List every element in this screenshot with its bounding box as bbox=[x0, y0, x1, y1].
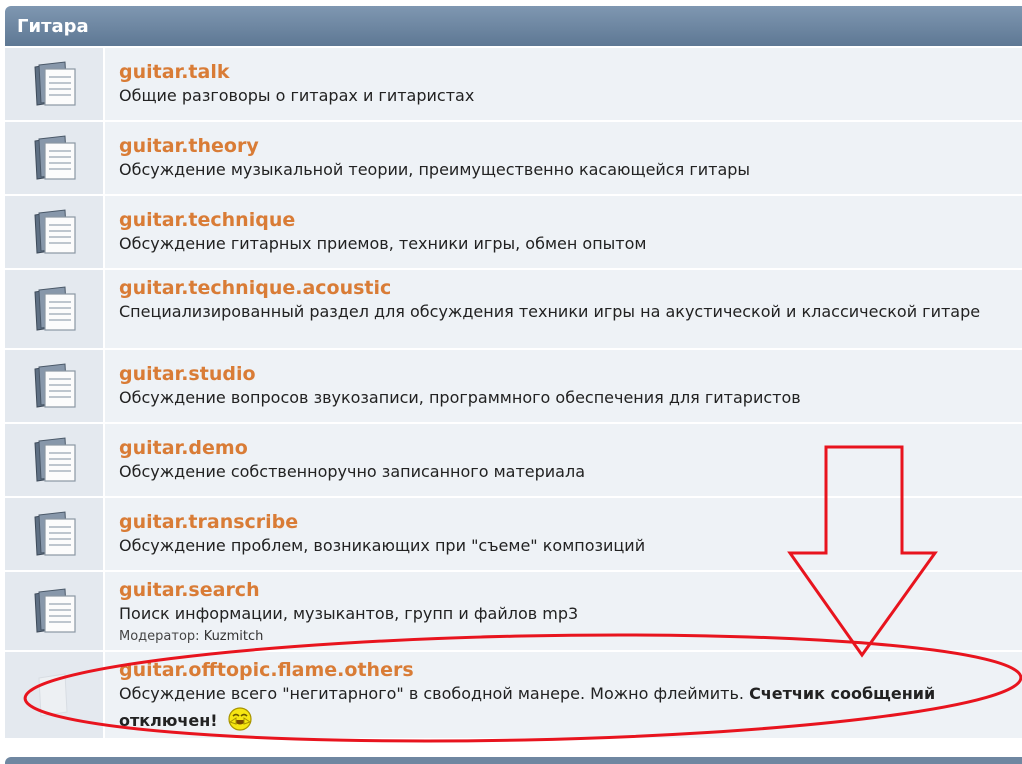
forum-row: guitar.demo Обсуждение собственноручно з… bbox=[5, 424, 1022, 498]
forum-link-guitar-talk[interactable]: guitar.talk bbox=[119, 60, 1012, 84]
forum-description: Обсуждение собственноручно записанного м… bbox=[119, 462, 585, 481]
moderator-line: Модератор: Kuzmitch bbox=[119, 628, 1012, 646]
forum-row: guitar.technique.acoustic Специализирова… bbox=[5, 270, 1022, 350]
forum-link-guitar-theory[interactable]: guitar.theory bbox=[119, 134, 1012, 158]
forum-document-icon bbox=[5, 196, 105, 268]
moderator-link[interactable]: Kuzmitch bbox=[204, 629, 264, 644]
forum-description: Поиск информации, музыкантов, групп и фа… bbox=[119, 604, 579, 623]
forum-link-guitar-studio[interactable]: guitar.studio bbox=[119, 362, 1012, 386]
moderator-label: Модератор: bbox=[119, 629, 200, 644]
forum-document-icon bbox=[5, 424, 105, 496]
forum-description: Общие разговоры о гитарах и гитаристах bbox=[119, 86, 475, 105]
forum-document-icon bbox=[5, 270, 105, 348]
next-category-header bbox=[5, 757, 1022, 764]
forum-row: guitar.technique Обсуждение гитарных при… bbox=[5, 196, 1022, 270]
forum-link-guitar-technique-acoustic[interactable]: guitar.technique.acoustic bbox=[119, 276, 1012, 300]
forum-row: guitar.transcribe Обсуждение проблем, во… bbox=[5, 498, 1022, 572]
forum-list: guitar.talk Общие разговоры о гитарах и … bbox=[5, 48, 1022, 740]
forum-no-icon bbox=[5, 652, 105, 738]
forum-description: Обсуждение вопросов звукозаписи, програм… bbox=[119, 388, 801, 407]
forum-description: Обсуждение проблем, возникающих при "съе… bbox=[119, 536, 646, 555]
category-header: Гитара bbox=[5, 6, 1022, 46]
forum-link-guitar-search[interactable]: guitar.search bbox=[119, 578, 1012, 602]
forum-description: Обсуждение всего "негитарного" в свободн… bbox=[119, 684, 744, 703]
forum-document-icon bbox=[5, 122, 105, 194]
forum-row: guitar.offtopic.flame.others Обсуждение … bbox=[5, 652, 1022, 740]
forum-link-guitar-demo[interactable]: guitar.demo bbox=[119, 436, 1012, 460]
forum-document-icon bbox=[5, 498, 105, 570]
forum-link-guitar-technique[interactable]: guitar.technique bbox=[119, 208, 1012, 232]
forum-row: guitar.talk Общие разговоры о гитарах и … bbox=[5, 48, 1022, 122]
category-title: Гитара bbox=[17, 16, 89, 37]
forum-document-icon bbox=[5, 350, 105, 422]
forum-row: guitar.theory Обсуждение музыкальной тео… bbox=[5, 122, 1022, 196]
forum-description: Обсуждение гитарных приемов, техники игр… bbox=[119, 234, 647, 253]
forum-description: Специализированный раздел для обсуждения… bbox=[119, 302, 981, 321]
forum-link-guitar-offtopic[interactable]: guitar.offtopic.flame.others bbox=[119, 658, 1012, 682]
laughing-smiley-icon bbox=[228, 707, 252, 731]
forum-row: guitar.search Поиск информации, музыкант… bbox=[5, 572, 1022, 652]
forum-row: guitar.studio Обсуждение вопросов звукоз… bbox=[5, 350, 1022, 424]
forum-description: Обсуждение музыкальной теории, преимущес… bbox=[119, 160, 751, 179]
forum-link-guitar-transcribe[interactable]: guitar.transcribe bbox=[119, 510, 1012, 534]
forum-document-icon bbox=[5, 572, 105, 650]
forum-document-icon bbox=[5, 48, 105, 120]
